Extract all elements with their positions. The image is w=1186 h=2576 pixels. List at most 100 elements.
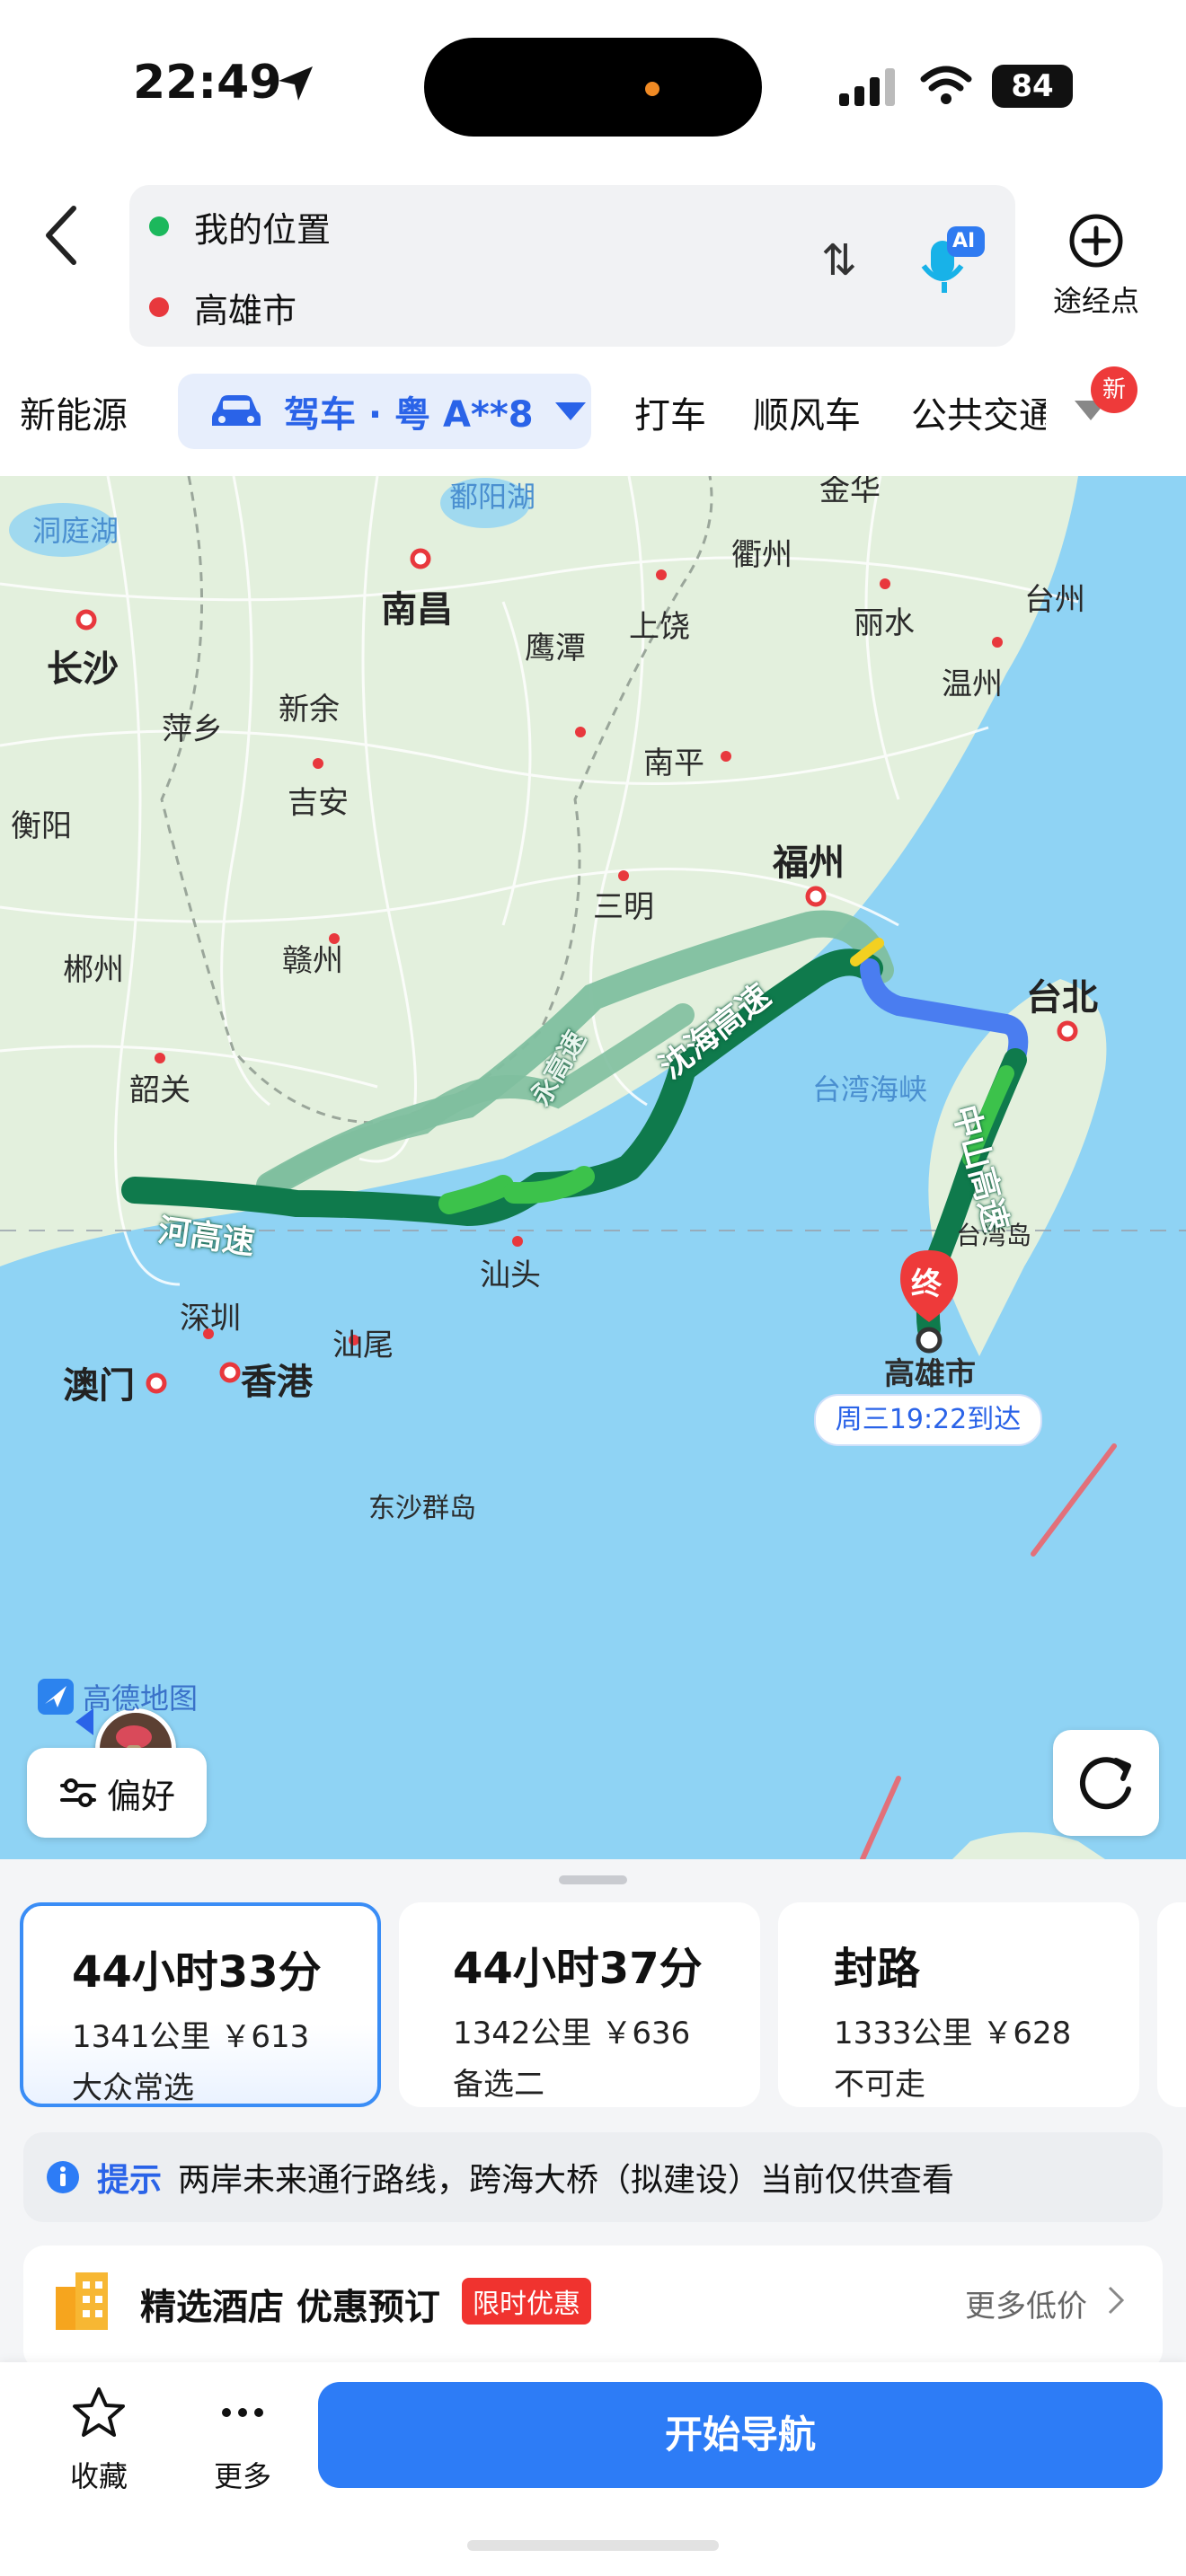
origin-row[interactable]: 我的位置 [149,199,331,253]
more-dots-icon [222,2408,263,2417]
map-label: 鹰潭 [525,631,586,666]
tip-banner: 提示 两岸未来通行路线，跨海大桥（拟建设）当前仅供查看 [23,2132,1163,2222]
refresh-icon [1079,1757,1131,1810]
route-card-2[interactable]: 44小时37分 1342公里 ￥636 备选二 [399,1902,760,2107]
route-card-1[interactable]: 44小时33分 1341公里 ￥613 大众常选 [20,1902,381,2107]
plus-circle-icon [1069,214,1123,268]
map-label: 赣州 [282,943,343,979]
waypoint-label: 途经点 [1052,284,1139,318]
refresh-button[interactable] [1053,1730,1159,1836]
car-icon [212,395,261,426]
map-label: 台州 [1024,582,1085,618]
route-card-3[interactable]: 封路 1333公里 ￥628 不可走 [778,1902,1139,2107]
destination-marker-label: 终 [911,1266,942,1302]
hotel-promo[interactable]: 精选酒店 优惠预订 限时优惠 更多低价 [23,2245,1163,2371]
map-label: 台北 [1026,977,1098,1019]
route-detail: 1333公里 ￥628 [834,2016,1072,2051]
more-label: 更多 [213,2459,271,2493]
route-detail: 1342公里 ￥636 [453,2016,691,2051]
map-label: 鄱阳湖 [449,480,536,514]
destination-row[interactable]: 高雄市 [149,280,296,334]
status-time: 22:49 [133,56,282,110]
tip-text: 两岸未来通行路线，跨海大桥（拟建设）当前仅供查看 [178,2162,955,2199]
map-label: 澳门 [63,1365,135,1407]
tab-taxi[interactable]: 打车 [634,386,706,438]
arrival-time-badge: 周三19:22到达 [814,1394,1042,1446]
route-time: 44小时33分 [72,1947,322,1998]
signal-icon [839,68,895,106]
start-navigation-button[interactable]: 开始导航 [318,2382,1163,2488]
add-waypoint-button[interactable]: 途经点 [1042,212,1150,320]
ai-voice-icon[interactable]: AI [911,221,992,302]
chevron-down-icon [554,402,586,420]
swap-icon[interactable]: ⇅ [812,235,866,298]
destination-text: 高雄市 [194,290,297,331]
map-label: 香港 [241,1362,313,1403]
new-badge: 新 [1091,366,1137,413]
back-arrow-icon[interactable] [36,199,90,271]
panel-handle[interactable] [559,1875,627,1884]
route-tag: 大众常选 [72,2070,194,2106]
route-tag: 不可走 [834,2067,925,2103]
hotel-title: 精选酒店 优惠预订 [140,2287,440,2328]
info-icon [47,2161,79,2193]
sliders-icon [59,1778,96,1807]
map-label: 丽水 [854,605,915,641]
location-arrow-icon [279,66,313,101]
map-label: 深圳 [180,1301,241,1337]
origin-dot-icon [149,216,169,236]
ai-label: AI [952,230,976,252]
more-button[interactable]: 更多 [207,2384,279,2495]
chevron-right-icon [1108,2286,1125,2315]
tab-drive[interactable]: 驾车 · 粤 A**8 [178,374,591,449]
favorite-button[interactable]: 收藏 [63,2384,135,2495]
battery-indicator: 84 [992,65,1073,108]
map-label: 温州 [942,666,1003,702]
route-tag: 备选二 [453,2067,544,2103]
favorite-label: 收藏 [69,2459,128,2493]
preference-button[interactable]: 偏好 [27,1748,207,1838]
map-label: 郴州 [63,952,124,988]
map-logo: 高德地图 [36,1676,198,1717]
tab-new-energy[interactable]: 新能源 [20,386,128,438]
map-label: 吉安 [288,785,349,821]
map-label: 福州 [773,842,845,884]
map-label: 南昌 [381,589,453,631]
map-label: 三明 [593,889,654,925]
map-label: 新余 [279,692,340,728]
amap-logo-icon [38,1679,74,1715]
map-label: 金华 [819,476,881,508]
map-label: 洞庭湖 [32,514,119,548]
tab-drive-label: 驾车 · 粤 A**8 [284,394,534,436]
map-label: 萍乡 [162,711,223,747]
map-label: 台湾海峡 [812,1072,928,1107]
map-logo-text: 高德地图 [83,1681,199,1716]
route-card-4-peek[interactable] [1157,1902,1186,2107]
tab-transit[interactable]: 公共交通 [911,386,1046,438]
destination-dot-icon [149,297,169,317]
hotel-more-link[interactable]: 更多低价 [965,2281,1087,2325]
map-base [0,476,1186,1859]
tip-label: 提示 [97,2162,163,2199]
destination-label: 高雄市 [884,1356,976,1392]
preference-label: 偏好 [106,1776,175,1816]
wifi-icon [920,66,972,104]
home-indicator [467,2540,719,2551]
star-icon [73,2387,125,2437]
origin-text: 我的位置 [194,209,332,250]
dynamic-island [424,38,762,137]
hotel-building-icon [56,2272,108,2330]
map-label: 上饶 [629,609,690,645]
map-label: 汕尾 [332,1328,394,1363]
map-label: 衢州 [731,537,792,573]
hotel-badge: 限时优惠 [462,2278,591,2325]
map-label: 东沙群岛 [368,1493,476,1524]
map-label: 韶关 [129,1072,190,1108]
route-input-box[interactable]: 我的位置 高雄市 ⇅ AI [129,185,1015,347]
map-view[interactable]: 洞庭湖 鄱阳湖 金华 衢州 台州 南昌 鹰潭 上饶 丽水 温州 长沙 萍乡 新余… [0,476,1186,1859]
route-time: 封路 [834,1944,921,1994]
tab-carpool[interactable]: 顺风车 [753,386,861,438]
map-label: 南平 [643,745,704,781]
map-label: 汕头 [480,1257,541,1293]
route-detail: 1341公里 ￥613 [72,2019,310,2055]
